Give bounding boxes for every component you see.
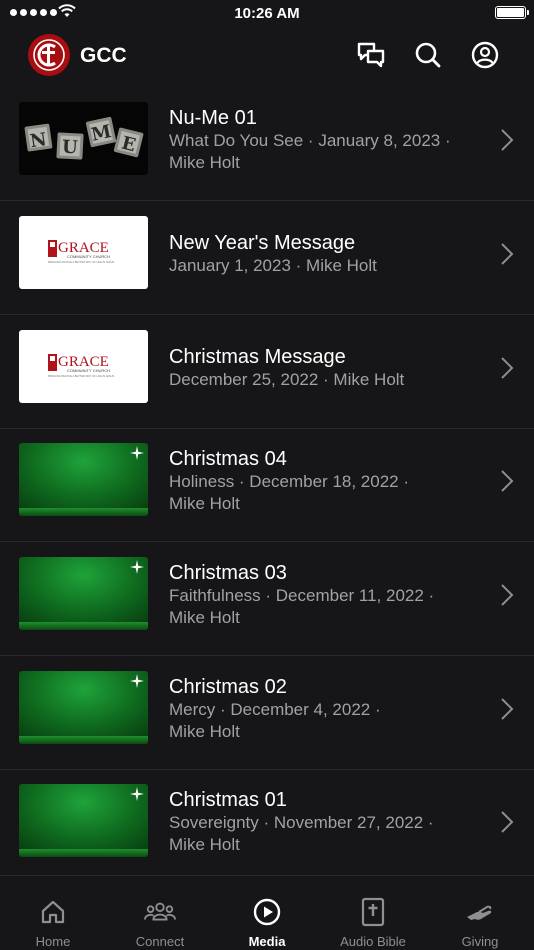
tab-audio-bible[interactable]: Audio Bible	[320, 876, 426, 950]
chat-icon	[357, 42, 385, 68]
grace-tagline: BRINGING PEOPLE A BETTER WAY OF LIFE IN …	[48, 374, 115, 378]
media-speaker: Mike Holt	[169, 835, 240, 854]
chevron-right-icon	[501, 470, 514, 492]
media-list: N U M E Nu-Me 01 What Do You See · Janua…	[0, 88, 534, 876]
sparkle-icon	[130, 446, 144, 460]
logo-mark-icon	[33, 39, 65, 71]
media-text: Christmas 03 Faithfulness · December 11,…	[169, 561, 479, 629]
media-title: New Year's Message	[169, 232, 356, 254]
media-speaker: Mike Holt	[169, 608, 240, 627]
media-thumbnail: N U M E	[19, 102, 148, 175]
media-thumbnail: GRACE COMMUNITY CHURCH BRINGING PEOPLE A…	[19, 216, 148, 289]
people-icon	[144, 902, 176, 921]
media-text: New Year's Message January 1, 2023 · Mik…	[169, 231, 479, 277]
media-title: Nu-Me 01	[169, 107, 257, 129]
chevron-right-icon	[501, 357, 514, 379]
tab-label: Connect	[135, 934, 185, 949]
media-title: Christmas 04	[169, 448, 287, 470]
tab-connect[interactable]: Connect	[107, 876, 213, 950]
block-letter-n: N	[29, 129, 48, 152]
bible-icon	[361, 897, 385, 927]
search-icon	[415, 42, 441, 68]
media-subtitle: Holiness · December 18, 2022 ·	[169, 472, 410, 491]
sparkle-icon	[130, 787, 144, 801]
status-bar: 10:26 AM	[0, 0, 534, 28]
media-text: Nu-Me 01 What Do You See · January 8, 20…	[169, 106, 479, 174]
media-title: Christmas 03	[169, 562, 287, 584]
church-logo[interactable]	[28, 34, 70, 76]
tab-media[interactable]: Media	[214, 876, 320, 950]
account-button[interactable]	[468, 38, 502, 72]
battery-icon	[495, 6, 526, 19]
media-title: Christmas Message	[169, 346, 346, 368]
chevron-right-icon	[501, 129, 514, 151]
media-subtitle: What Do You See · January 8, 2023 ·	[169, 131, 451, 150]
tab-home[interactable]: Home	[0, 876, 106, 950]
media-text: Christmas 02 Mercy · December 4, 2022 · …	[169, 675, 479, 743]
chevron-right-icon	[501, 243, 514, 265]
chevron-right-icon	[501, 584, 514, 606]
media-item[interactable]: GRACE COMMUNITY CHURCH BRINGING PEOPLE A…	[0, 202, 534, 315]
media-item[interactable]: Christmas 03 Faithfulness · December 11,…	[0, 543, 534, 656]
grace-subtitle: COMMUNITY CHURCH	[67, 254, 110, 259]
media-item[interactable]: GRACE COMMUNITY CHURCH BRINGING PEOPLE A…	[0, 316, 534, 429]
account-icon	[471, 41, 499, 69]
media-speaker: Mike Holt	[169, 494, 240, 513]
app-title: GCC	[80, 44, 127, 67]
block-letter-u: U	[62, 137, 79, 159]
media-speaker: Mike Holt	[169, 153, 240, 172]
media-text: Christmas Message December 25, 2022 · Mi…	[169, 345, 479, 391]
media-item[interactable]: Christmas 02 Mercy · December 4, 2022 · …	[0, 657, 534, 770]
media-title: Christmas 02	[169, 676, 287, 698]
grace-subtitle: COMMUNITY CHURCH	[67, 368, 110, 373]
media-subtitle: Faithfulness · December 11, 2022 ·	[169, 586, 435, 605]
search-button[interactable]	[411, 38, 445, 72]
sparkle-icon	[130, 560, 144, 574]
media-item[interactable]: Christmas 01 Sovereignty · November 27, …	[0, 770, 534, 876]
tab-label: Audio Bible	[340, 934, 406, 949]
media-text: Christmas 04 Holiness · December 18, 202…	[169, 447, 479, 515]
play-icon	[253, 898, 281, 926]
media-thumbnail	[19, 784, 148, 857]
media-thumbnail	[19, 671, 148, 744]
media-text: Christmas 01 Sovereignty · November 27, …	[169, 788, 479, 856]
giving-icon	[467, 905, 492, 920]
grace-tagline: BRINGING PEOPLE A BETTER WAY OF LIFE IN …	[48, 260, 115, 264]
media-thumbnail	[19, 443, 148, 516]
media-thumbnail	[19, 557, 148, 630]
app-header: GCC	[0, 28, 534, 88]
tab-label: Giving	[461, 934, 499, 949]
sparkle-icon	[130, 674, 144, 688]
chat-button[interactable]	[354, 38, 388, 72]
media-subtitle: January 1, 2023 · Mike Holt	[169, 256, 377, 275]
media-title: Christmas 01	[169, 789, 287, 811]
status-time: 10:26 AM	[234, 5, 300, 22]
chevron-right-icon	[501, 698, 514, 720]
media-item[interactable]: N U M E Nu-Me 01 What Do You See · Janua…	[0, 88, 534, 201]
tab-label: Home	[35, 934, 71, 949]
media-subtitle: Sovereignty · November 27, 2022 ·	[169, 813, 434, 832]
media-item[interactable]: Christmas 04 Holiness · December 18, 202…	[0, 429, 534, 542]
media-subtitle: December 25, 2022 · Mike Holt	[169, 370, 405, 389]
media-thumbnail: GRACE COMMUNITY CHURCH BRINGING PEOPLE A…	[19, 330, 148, 403]
tab-bar: Home Connect Media Audio Bible Giving	[0, 875, 534, 950]
media-subtitle: Mercy · December 4, 2022 ·	[169, 700, 381, 719]
tab-label: Media	[248, 934, 286, 949]
home-icon	[41, 900, 65, 924]
media-speaker: Mike Holt	[169, 722, 240, 741]
chevron-right-icon	[501, 811, 514, 833]
tab-giving[interactable]: Giving	[427, 876, 533, 950]
